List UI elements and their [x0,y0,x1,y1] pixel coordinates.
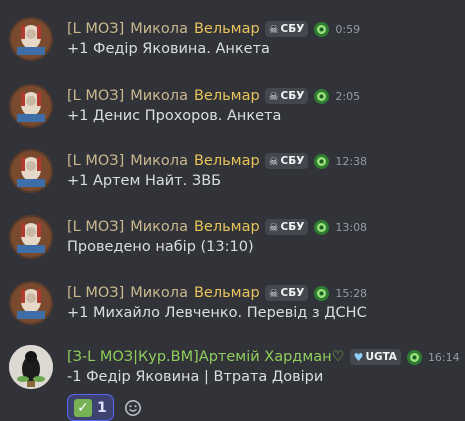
username-main[interactable]: Микола [130,88,188,104]
username-suffix[interactable]: Вельмар [194,88,260,104]
message-text: +1 Михайло Левченко. Перевід з ДСНС [67,305,367,321]
username-prefix[interactable]: [L МОЗ] [67,21,124,37]
avatar[interactable] [9,345,53,389]
timestamp[interactable]: 2:05 [335,90,360,103]
smile-plus-icon [124,399,141,416]
heart-icon: ♥ [353,350,364,364]
message-header: [L МОЗ] Микола Вельмар ☠ СБУ 15:28 [67,283,367,303]
username-prefix[interactable]: [L МОЗ] [67,285,124,301]
username-main[interactable]: Микола [130,285,188,301]
check-mark-icon: ✓ [74,398,92,417]
server-tag[interactable]: ☠ СБУ [264,88,309,104]
skull-icon: ☠ [268,286,279,300]
message: [L МОЗ] Микола Вельмар ☠ СБУ 0:59 +1 Федір … [0,17,465,77]
message-text: +1 Денис Прохоров. Анкета [67,108,282,124]
message: [L МОЗ] Микола Вельмар ☠ СБУ 2:05 +1 Денис … [0,84,465,144]
username-main[interactable]: Микола [130,219,188,235]
username-prefix[interactable]: [L МОЗ] [67,88,124,104]
server-tag[interactable]: ☠ СБУ [264,153,309,169]
message-text: Проведено набір (13:10) [67,239,254,255]
timestamp[interactable]: 13:08 [335,221,367,234]
server-tag[interactable]: ☠ СБУ [264,21,309,37]
message: [L МОЗ] Микола Вельмар ☠ СБУ 15:28 +1 Михай… [0,281,465,341]
avatar[interactable] [9,149,53,193]
skull-icon: ☠ [268,89,279,103]
reaction-count: 1 [97,399,107,416]
server-tag-label: СБУ [280,287,305,299]
avatar[interactable] [9,84,53,128]
reactions-bar: ✓ 1 [67,394,146,421]
add-reaction-button[interactable] [120,395,146,420]
username-suffix[interactable]: Вельмар [194,21,260,37]
username-suffix[interactable]: Вельмар [194,285,260,301]
skull-icon: ☠ [268,22,279,36]
server-tag[interactable]: ☠ СБУ [264,219,309,235]
server-tag-label: СБУ [280,155,305,167]
green-badge-icon[interactable] [313,88,330,105]
message-text: +1 Артем Найт. ЗВБ [67,173,222,189]
reaction-check[interactable]: ✓ 1 [67,394,114,421]
message-header: [L МОЗ] Микола Вельмар ☠ СБУ 0:59 [67,19,360,39]
message: [L МОЗ] Микола Вельмар ☠ СБУ 12:38 +1 Артем… [0,149,465,209]
skull-icon: ☠ [268,154,279,168]
timestamp[interactable]: 16:14 [428,351,460,364]
username-full[interactable]: [З-L МОЗ|Кур.ВМ]Артемій Хардман♡ [67,349,345,365]
server-tag-label: UGTA [365,351,397,363]
timestamp[interactable]: 0:59 [335,23,360,36]
server-tag[interactable]: ☠ СБУ [264,285,309,301]
username-suffix[interactable]: Вельмар [194,153,260,169]
green-badge-icon[interactable] [406,349,423,366]
timestamp[interactable]: 15:28 [335,287,367,300]
message-text: +1 Федір Яковина. Анкета [67,41,270,57]
green-badge-icon[interactable] [313,219,330,236]
username-prefix[interactable]: [L МОЗ] [67,153,124,169]
server-tag-label: СБУ [280,221,305,233]
message-text: -1 Федір Яковина | Втрата Довіри [67,369,324,385]
username-suffix[interactable]: Вельмар [194,219,260,235]
server-tag[interactable]: ♥ UGTA [349,349,401,365]
username-main[interactable]: Микола [130,21,188,37]
message-header: [L МОЗ] Микола Вельмар ☠ СБУ 12:38 [67,151,367,171]
green-badge-icon[interactable] [313,21,330,38]
message-header: [З-L МОЗ|Кур.ВМ]Артемій Хардман♡ ♥ UGTA 1… [67,347,460,367]
message: [L МОЗ] Микола Вельмар ☠ СБУ 13:08 Проведен… [0,215,465,275]
message-header: [L МОЗ] Микола Вельмар ☠ СБУ 2:05 [67,86,360,106]
skull-icon: ☠ [268,220,279,234]
username-main[interactable]: Микола [130,153,188,169]
message-header: [L МОЗ] Микола Вельмар ☠ СБУ 13:08 [67,217,367,237]
avatar[interactable] [9,17,53,61]
username-prefix[interactable]: [L МОЗ] [67,219,124,235]
green-badge-icon[interactable] [313,153,330,170]
timestamp[interactable]: 12:38 [335,155,367,168]
avatar[interactable] [9,215,53,259]
avatar[interactable] [9,281,53,325]
green-badge-icon[interactable] [313,285,330,302]
server-tag-label: СБУ [280,23,305,35]
server-tag-label: СБУ [280,90,305,102]
